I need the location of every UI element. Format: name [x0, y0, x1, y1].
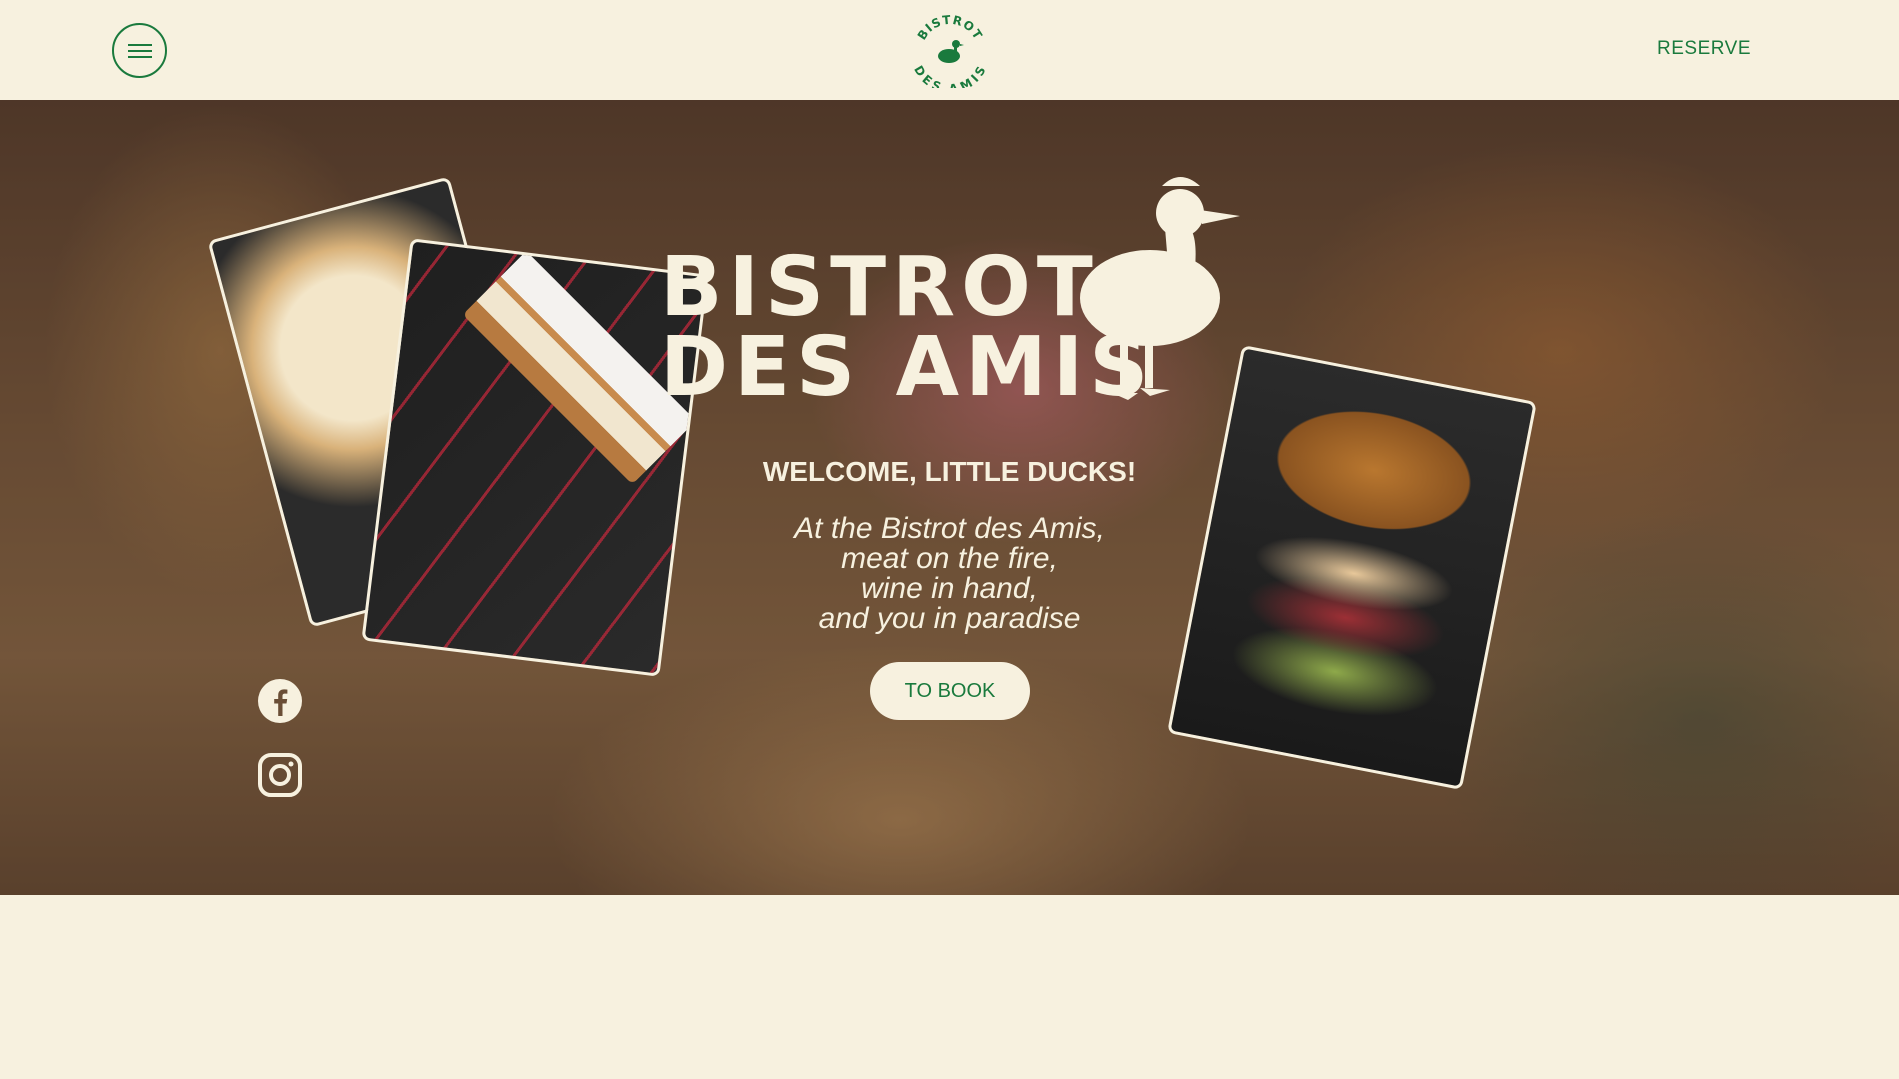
menu-button[interactable]: [112, 23, 167, 78]
tagline-line: and you in paradise: [818, 602, 1081, 635]
book-button[interactable]: TO BOOK: [870, 662, 1030, 720]
svg-text:DES AMIS: DES AMIS: [912, 63, 988, 88]
site-header: BISTROT DES AMIS RESERVE: [0, 0, 1899, 100]
facebook-icon[interactable]: [257, 678, 303, 724]
tagline-line: meat on the fire,: [841, 542, 1058, 575]
tagline: At the Bistrot des Amis, meat on the fir…: [0, 514, 1899, 634]
welcome-heading: WELCOME, LITTLE DUCKS!: [762, 456, 1137, 487]
tagline-line: At the Bistrot des Amis,: [794, 512, 1105, 545]
duck-illustration: [1080, 177, 1240, 400]
logo[interactable]: BISTROT DES AMIS: [912, 12, 988, 88]
reserve-link[interactable]: RESERVE: [1657, 38, 1751, 60]
tagline-line: wine in hand,: [861, 572, 1038, 605]
instagram-icon[interactable]: [257, 752, 303, 798]
duck-icon: [938, 40, 964, 63]
hamburger-icon: [127, 40, 152, 62]
svg-text:BISTROT: BISTROT: [915, 13, 986, 43]
